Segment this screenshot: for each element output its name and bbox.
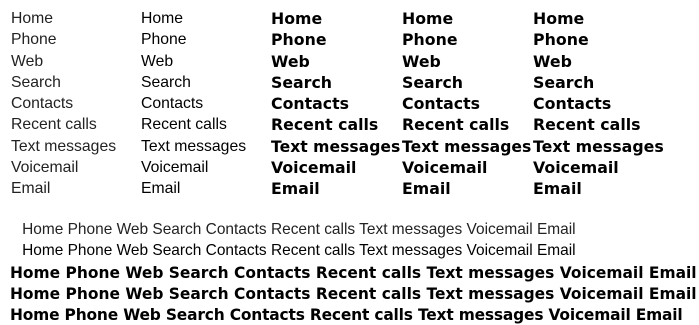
extrabold-item-email: Email — [533, 179, 582, 199]
extrabold-item-recent-calls: Recent calls — [533, 115, 641, 135]
extrabold-item-contacts: Contacts — [533, 94, 612, 114]
bold-item-email: Email — [402, 179, 451, 199]
line-regular: Home Phone Web Search Contacts Recent ca… — [22, 242, 576, 260]
regular-item-text-messages: Text messages — [140, 137, 247, 155]
regular-item-web: Web — [140, 52, 174, 70]
column-light: Home Phone Web Search Contacts Recent ca… — [10, 8, 140, 200]
extrabold-item-web: Web — [533, 51, 572, 71]
light-item-email: Email — [10, 180, 51, 198]
bold-item-home: Home — [402, 9, 454, 28]
light-item-home: Home — [10, 10, 54, 27]
weight-lines: Home Phone Web Search Contacts Recent ca… — [10, 219, 699, 325]
regular-item-home: Home — [140, 10, 184, 27]
light-item-web: Web — [10, 52, 44, 70]
column-extrabold: Home Phone Web Search Contacts Recent ca… — [533, 8, 699, 200]
line-bold: Home Phone Web Search Contacts Recent ca… — [10, 283, 697, 303]
bold-item-phone: Phone — [402, 30, 458, 50]
column-bold: Home Phone Web Search Contacts Recent ca… — [402, 8, 533, 200]
line-light: Home Phone Web Search Contacts Recent ca… — [22, 221, 576, 238]
regular-item-voicemail: Voicemail — [140, 159, 209, 177]
bold-item-text-messages: Text messages — [402, 136, 532, 156]
bold-item-recent-calls: Recent calls — [402, 115, 510, 135]
semibold-item-phone: Phone — [271, 30, 327, 50]
regular-item-search: Search — [140, 73, 191, 91]
semibold-item-email: Email — [271, 179, 320, 199]
line-semibold: Home Phone Web Search Contacts Recent ca… — [10, 262, 697, 282]
regular-item-email: Email — [140, 180, 181, 198]
column-regular: Home Phone Web Search Contacts Recent ca… — [140, 8, 271, 200]
regular-item-recent-calls: Recent calls — [140, 116, 227, 134]
light-item-search: Search — [10, 73, 61, 91]
semibold-item-voicemail: Voicemail — [271, 158, 357, 178]
bold-item-search: Search — [402, 72, 464, 92]
semibold-item-text-messages: Text messages — [271, 136, 401, 156]
light-item-text-messages: Text messages — [10, 137, 117, 155]
semibold-item-search: Search — [271, 72, 333, 92]
regular-item-phone: Phone — [140, 31, 187, 49]
bold-item-web: Web — [402, 51, 441, 71]
extrabold-item-voicemail: Voicemail — [533, 158, 619, 178]
semibold-item-recent-calls: Recent calls — [271, 115, 379, 135]
semibold-item-contacts: Contacts — [271, 94, 350, 114]
light-item-recent-calls: Recent calls — [10, 116, 97, 134]
bold-item-contacts: Contacts — [402, 94, 481, 114]
semibold-item-home: Home — [271, 9, 323, 28]
light-item-contacts: Contacts — [10, 95, 74, 113]
light-item-voicemail: Voicemail — [10, 159, 79, 177]
weight-columns: Home Phone Web Search Contacts Recent ca… — [10, 8, 699, 200]
bold-item-voicemail: Voicemail — [402, 158, 488, 178]
extrabold-item-home: Home — [533, 9, 585, 28]
light-item-phone: Phone — [10, 31, 57, 49]
extrabold-item-text-messages: Text messages — [533, 136, 664, 156]
extrabold-item-phone: Phone — [533, 30, 589, 50]
column-semibold: Home Phone Web Search Contacts Recent ca… — [271, 8, 402, 200]
regular-item-contacts: Contacts — [140, 95, 204, 113]
extrabold-item-search: Search — [533, 72, 595, 92]
semibold-item-web: Web — [271, 51, 310, 71]
